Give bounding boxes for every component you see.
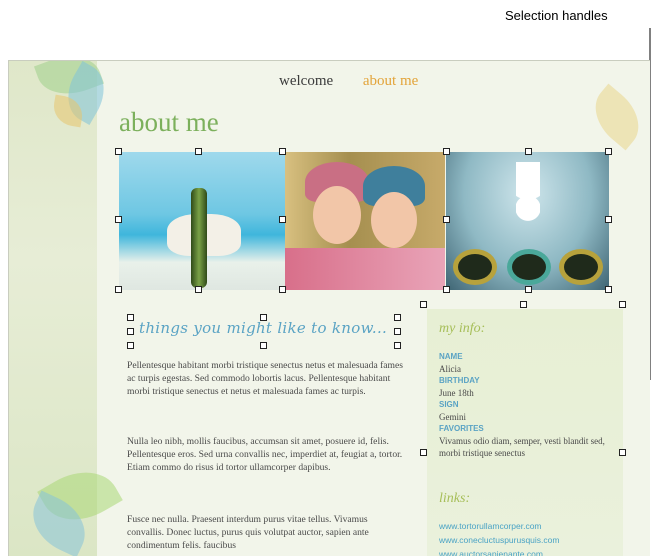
selection-handle[interactable] [260,342,267,349]
link-item[interactable]: www.conecluctuspurusquis.com [439,533,559,547]
face-shape [313,186,361,244]
selection-handle[interactable] [195,286,202,293]
field-label: FAVORITES [439,424,484,433]
photo-orchid-bowls[interactable] [446,152,609,290]
selection-handle[interactable] [115,216,122,223]
selection-handle[interactable] [619,449,626,456]
selection-handle[interactable] [279,286,286,293]
field-value: June 18th [439,388,474,398]
selection-handle[interactable] [394,342,401,349]
selection-handle[interactable] [115,148,122,155]
body-paragraph: Nulla leo nibh, mollis faucibus, accumsa… [127,436,403,473]
web-page-canvas: welcome about me about me things you mig… [8,60,650,556]
link-item[interactable]: www.tortorullamcorper.com [439,519,559,533]
field-label: BIRTHDAY [439,376,480,385]
selection-handles-callout: Selection handles [505,8,608,23]
selection-handle[interactable] [443,286,450,293]
selection-handle[interactable] [605,286,612,293]
page-title: about me [119,107,219,137]
selection-handle[interactable] [279,216,286,223]
selection-handle[interactable] [525,286,532,293]
selection-handle[interactable] [619,301,626,308]
field-value: Gemini [439,412,466,422]
selection-handle[interactable] [394,314,401,321]
field-label: SIGN [439,400,459,409]
selection-handle[interactable] [127,342,134,349]
selection-handle[interactable] [420,301,427,308]
selection-handle[interactable] [127,314,134,321]
field-value: Alicia [439,364,461,374]
selection-handle[interactable] [115,286,122,293]
photo-beach-stones[interactable] [119,152,285,290]
selection-handle[interactable] [605,216,612,223]
selection-handle[interactable] [520,301,527,308]
selection-handle[interactable] [279,148,286,155]
selection-handle[interactable] [127,328,134,335]
bowl-shape [512,254,546,280]
info-sidebar[interactable]: my info: NAME Alicia BIRTHDAY June 18th … [427,309,623,556]
body-paragraph: Pellentesque habitant morbi tristique se… [127,360,404,397]
sidebar-heading: my info: [439,321,486,336]
field-value: Vivamus odio diam, semper, vesti blandit… [439,436,605,458]
bowl-shape [458,254,492,280]
info-fields: NAME Alicia BIRTHDAY June 18th SIGN Gemi… [439,351,614,459]
top-nav: welcome about me [279,73,444,90]
selection-handle[interactable] [605,148,612,155]
face-shape [371,192,417,248]
selection-handle[interactable] [525,148,532,155]
links-heading: links: [439,491,471,506]
sweater-shape [285,248,445,290]
nav-link-welcome[interactable]: welcome [279,73,333,89]
selection-handle[interactable] [195,148,202,155]
selection-handle[interactable] [394,328,401,335]
grass-tie-shape [191,188,207,288]
photo-two-friends[interactable] [285,152,445,290]
links-list: www.tortorullamcorper.com www.conecluctu… [439,519,559,556]
orchid-shape [516,162,540,246]
nav-link-about-me[interactable]: about me [363,73,418,89]
section-subheading[interactable]: things you might like to know... [139,319,399,337]
bowl-shape [564,254,598,280]
field-label: NAME [439,352,463,361]
body-paragraph: Fusce nec nulla. Praesent interdum purus… [127,514,369,551]
selection-handle[interactable] [260,314,267,321]
selection-handle[interactable] [443,148,450,155]
selection-handle[interactable] [443,216,450,223]
leaf-decoration [582,83,650,151]
selection-handle[interactable] [420,449,427,456]
